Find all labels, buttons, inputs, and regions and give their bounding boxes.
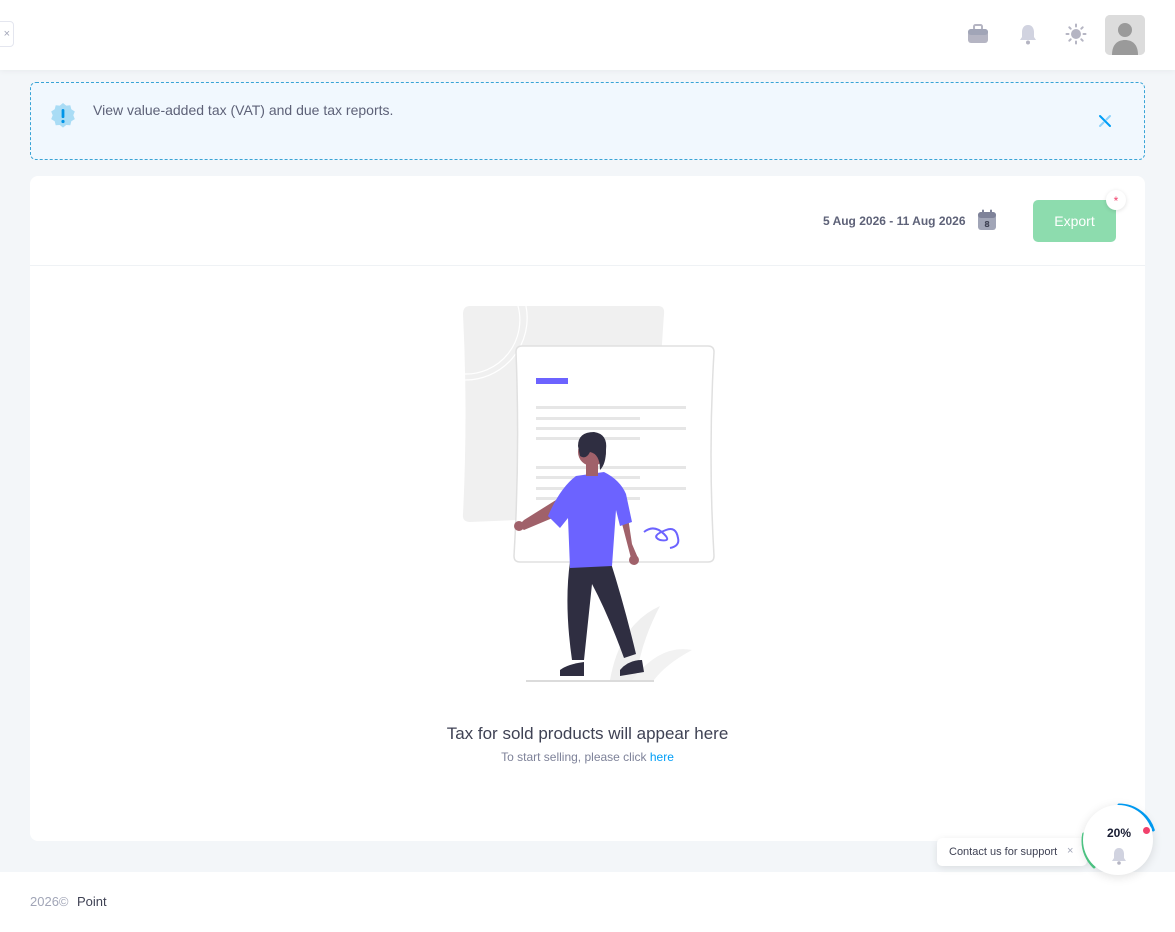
alert-message: View value-added tax (VAT) and due tax r…: [93, 102, 394, 118]
avatar[interactable]: [1105, 15, 1145, 55]
empty-state-illustration: [462, 305, 715, 682]
exclamation-badge-icon: [49, 102, 77, 130]
notification-dot: [1141, 825, 1152, 836]
progress-circle: 20%: [1083, 805, 1153, 875]
support-pill[interactable]: Contact us for support ×: [937, 838, 1087, 866]
top-header: ×: [0, 0, 1175, 70]
footer: 2026© Point: [0, 872, 1175, 932]
calendar-day: 8: [984, 220, 990, 229]
footer-brand-link[interactable]: Point: [77, 894, 107, 909]
empty-state-subtitle-text: To start selling, please click: [501, 750, 647, 764]
bell-icon: [1109, 846, 1129, 866]
footer-year: 2026©: [30, 894, 69, 909]
start-selling-link[interactable]: here: [650, 750, 674, 764]
date-range-picker[interactable]: 5 Aug 2026 - 11 Aug 2026: [823, 214, 966, 228]
export-button[interactable]: Export: [1033, 200, 1116, 242]
support-close-button[interactable]: ×: [1067, 845, 1073, 857]
card-toolbar: 5 Aug 2026 - 11 Aug 2026 8 Export *: [30, 176, 1145, 266]
briefcase-icon[interactable]: [966, 22, 990, 46]
info-alert: View value-added tax (VAT) and due tax r…: [30, 82, 1145, 160]
export-badge: *: [1106, 190, 1126, 210]
close-glyph: ×: [3, 28, 10, 40]
aside-toggle-button[interactable]: ×: [0, 21, 14, 47]
calendar-icon[interactable]: 8: [977, 209, 997, 231]
sun-icon[interactable]: [1064, 22, 1088, 46]
close-icon[interactable]: [1097, 113, 1113, 129]
empty-state-subtitle: To start selling, please click here: [30, 750, 1145, 764]
tax-report-card: 5 Aug 2026 - 11 Aug 2026 8 Export * Tax …: [30, 176, 1145, 841]
support-label: Contact us for support: [949, 846, 1058, 858]
bell-icon[interactable]: [1016, 22, 1040, 46]
onboarding-progress-widget[interactable]: 20%: [1080, 802, 1158, 880]
empty-state-title: Tax for sold products will appear here: [446, 724, 729, 743]
